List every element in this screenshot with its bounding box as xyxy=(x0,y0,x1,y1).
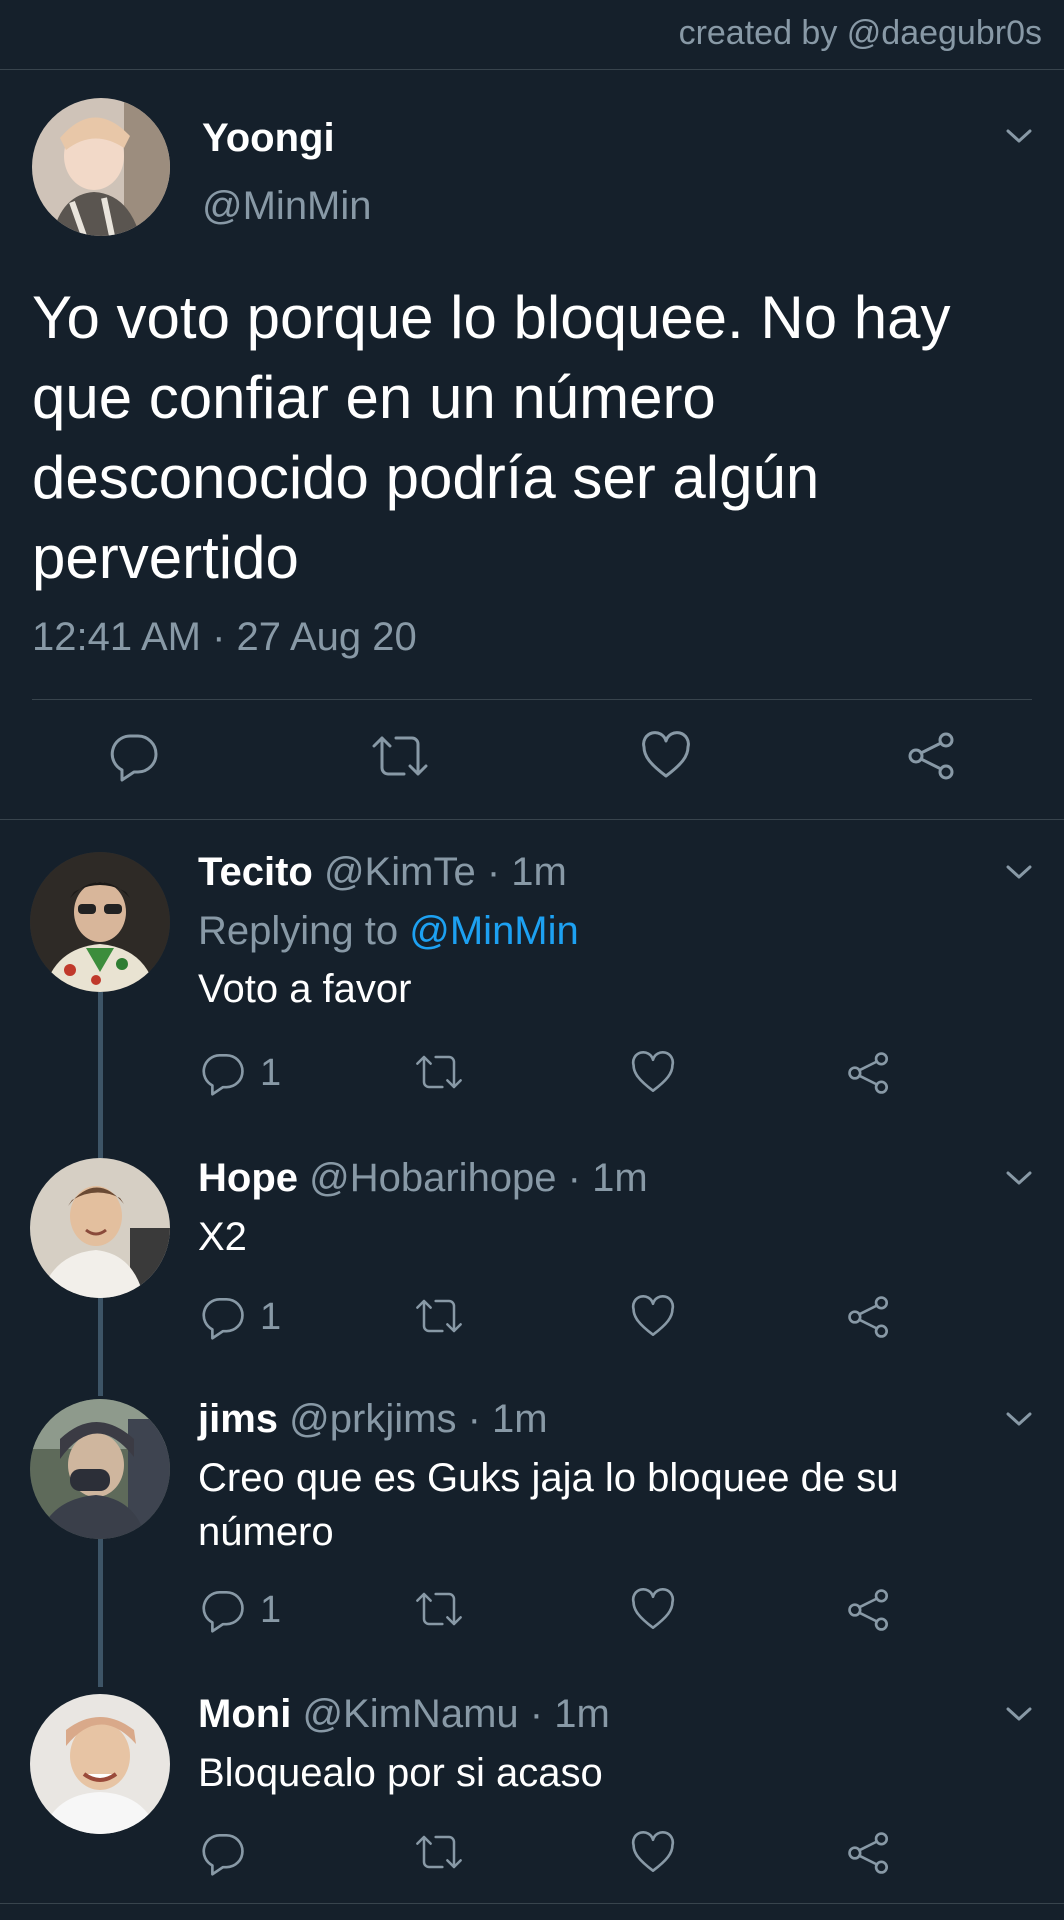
user-handle[interactable]: @prkjims xyxy=(289,1397,456,1441)
reply-header: jims @prkjims · 1m xyxy=(198,1397,548,1442)
chevron-down-icon[interactable] xyxy=(1004,1168,1034,1188)
reply-text-line: Creo que es Guks jaja lo bloquee de su xyxy=(198,1456,899,1500)
retweet-icon xyxy=(416,1299,462,1333)
display-name[interactable]: jims xyxy=(198,1397,278,1441)
chevron-down-icon[interactable] xyxy=(1004,1704,1034,1724)
avatar[interactable] xyxy=(32,98,170,236)
credit-bar: created by @daegubr0s xyxy=(0,0,1064,70)
user-handle[interactable]: @MinMin xyxy=(202,184,372,229)
reply-text-line: número xyxy=(198,1510,334,1554)
display-name[interactable]: Yoongi xyxy=(202,116,335,161)
reply-actions: 1 xyxy=(0,1294,1064,1354)
tweet-text: Yo voto porque lo bloquee. No hay que co… xyxy=(32,284,951,591)
divider xyxy=(32,699,1032,700)
like-button[interactable] xyxy=(630,1587,676,1633)
reply-header: Moni @KimNamu · 1m xyxy=(198,1692,610,1737)
avatar[interactable] xyxy=(30,1158,170,1298)
main-tweet: Yoongi @MinMin Yo voto porque lo bloquee… xyxy=(0,70,1064,820)
retweet-button[interactable] xyxy=(414,1050,464,1094)
retweet-icon[interactable] xyxy=(370,730,430,782)
reply-count: 1 xyxy=(260,1051,282,1094)
share-button[interactable] xyxy=(846,1587,892,1633)
tweet-actions xyxy=(0,730,1064,810)
tweet-timestamp[interactable]: 12:41 AM · 27 Aug 20 xyxy=(32,615,417,660)
reply-actions: 1 xyxy=(0,1587,1064,1647)
retweet-icon xyxy=(416,1835,462,1869)
share-button[interactable] xyxy=(846,1830,892,1876)
chevron-down-icon[interactable] xyxy=(1004,126,1034,146)
like-icon xyxy=(631,1294,675,1337)
like-button[interactable] xyxy=(630,1294,676,1340)
reply-icon[interactable] xyxy=(108,730,160,782)
like-button[interactable] xyxy=(630,1050,676,1096)
chevron-down-icon[interactable] xyxy=(1004,862,1034,882)
reply-button[interactable] xyxy=(200,1830,260,1876)
reply-time: · 1m xyxy=(529,1692,610,1736)
user-handle[interactable]: @Hobarihope xyxy=(309,1156,556,1200)
share-icon xyxy=(848,1052,889,1094)
share-button[interactable] xyxy=(846,1294,892,1340)
retweet-button[interactable] xyxy=(414,1587,464,1631)
reply-icon xyxy=(202,1297,244,1340)
display-name[interactable]: Tecito xyxy=(198,850,313,894)
replying-to: Replying to @MinMin xyxy=(198,904,998,958)
reply-time: · 1m xyxy=(567,1156,648,1200)
reply-actions xyxy=(0,1830,1064,1890)
retweet-button[interactable] xyxy=(414,1830,464,1874)
like-icon xyxy=(631,1587,675,1630)
share-icon xyxy=(848,1832,889,1874)
share-icon[interactable] xyxy=(906,730,958,782)
avatar[interactable] xyxy=(30,852,170,992)
reply-icon xyxy=(202,1833,244,1876)
display-name[interactable]: Moni xyxy=(198,1692,291,1736)
user-handle[interactable]: @KimNamu xyxy=(302,1692,518,1736)
reply-icon xyxy=(202,1053,244,1096)
reply-header: Hope @Hobarihope · 1m xyxy=(198,1156,648,1201)
reply-icon xyxy=(202,1590,244,1633)
reply-count: 1 xyxy=(260,1295,282,1338)
reply-time: · 1m xyxy=(467,1397,548,1441)
divider xyxy=(0,1903,1064,1904)
replying-to-label: Replying to xyxy=(198,909,399,953)
reply-button[interactable]: 1 xyxy=(200,1294,281,1340)
avatar[interactable] xyxy=(30,1399,170,1539)
share-button[interactable] xyxy=(846,1050,892,1096)
reply-text: Voto a favor xyxy=(198,967,412,1011)
like-icon xyxy=(631,1050,675,1093)
avatar[interactable] xyxy=(30,1694,170,1834)
reply-time: · 1m xyxy=(486,850,567,894)
reply-text: X2 xyxy=(198,1215,247,1259)
reply-button[interactable]: 1 xyxy=(200,1050,281,1096)
reply-actions: 1 xyxy=(0,1050,1064,1110)
share-icon xyxy=(848,1296,889,1338)
reply-count: 1 xyxy=(260,1588,282,1631)
share-icon xyxy=(848,1589,889,1631)
display-name[interactable]: Hope xyxy=(198,1156,298,1200)
replying-to-handle[interactable]: @MinMin xyxy=(409,909,579,953)
like-icon xyxy=(631,1830,675,1873)
reply-button[interactable]: 1 xyxy=(200,1587,281,1633)
retweet-button[interactable] xyxy=(414,1294,464,1338)
credit-text: created by @daegubr0s xyxy=(678,14,1042,52)
retweet-icon xyxy=(416,1592,462,1626)
like-button[interactable] xyxy=(630,1830,676,1876)
chevron-down-icon[interactable] xyxy=(1004,1409,1034,1429)
user-handle[interactable]: @KimTe xyxy=(324,850,476,894)
reply-text: Bloquealo por si acaso xyxy=(198,1751,603,1795)
retweet-icon xyxy=(416,1055,462,1089)
like-icon[interactable] xyxy=(640,730,692,782)
reply-header: Tecito @KimTe · 1m xyxy=(198,850,567,895)
